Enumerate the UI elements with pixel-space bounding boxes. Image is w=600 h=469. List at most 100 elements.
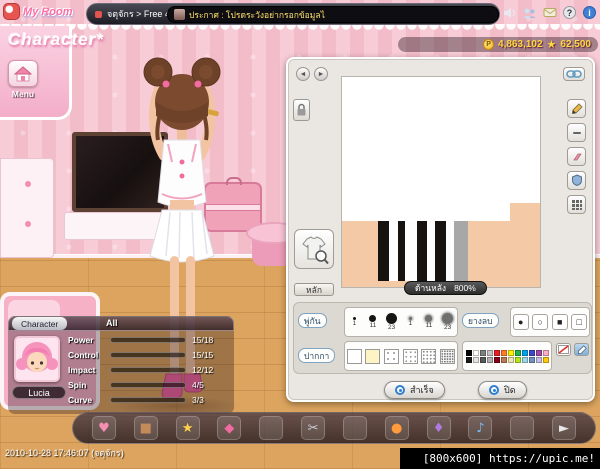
- hotbar-slot-2[interactable]: ■: [133, 416, 158, 440]
- soft-brush-size-1[interactable]: 1: [402, 317, 418, 327]
- hotbar-slot-4[interactable]: ◆: [217, 416, 242, 440]
- palette-color[interactable]: [535, 349, 542, 356]
- brush-label[interactable]: พู่กัน: [298, 313, 327, 328]
- main-tab[interactable]: หลัก: [294, 283, 334, 296]
- shape-panel: ● ○ ■ □: [510, 307, 590, 337]
- hotbar-slot-9[interactable]: ♦: [426, 416, 451, 440]
- help-icon[interactable]: ?: [562, 5, 577, 20]
- hotbar-slot-8[interactable]: ●: [384, 416, 409, 440]
- palette-color[interactable]: [507, 349, 514, 356]
- dot-label: 11: [425, 322, 433, 329]
- palette-color[interactable]: [465, 349, 472, 356]
- palette-color[interactable]: [465, 356, 472, 363]
- pen-label[interactable]: ปากกา: [298, 348, 336, 363]
- outline-square-shape[interactable]: □: [571, 314, 588, 330]
- stat-row-curve: Curve 3/3: [68, 394, 232, 406]
- lock-icon: [297, 103, 306, 116]
- palette-color[interactable]: [528, 356, 535, 363]
- brush-size-1[interactable]: 1: [346, 317, 362, 327]
- link-icon[interactable]: [563, 67, 585, 81]
- palette-color[interactable]: [514, 356, 521, 363]
- palette-color[interactable]: [486, 356, 493, 363]
- garment-preview-button[interactable]: [294, 229, 334, 269]
- dot-label: 23: [388, 324, 396, 331]
- pattern-swatch[interactable]: [402, 348, 418, 364]
- hotbar-slot-1[interactable]: ♥: [91, 416, 116, 440]
- pencil-tool-button[interactable]: [567, 99, 586, 118]
- no-color-button[interactable]: [556, 343, 571, 356]
- palette-color[interactable]: [486, 349, 493, 356]
- character-portrait[interactable]: [14, 336, 60, 382]
- color-picker-button[interactable]: [574, 343, 589, 356]
- item-hotbar: ♥ ■ ★ ◆ ✂ ● ♦ ♪ ►: [72, 412, 596, 444]
- pattern-swatch[interactable]: [440, 348, 456, 364]
- hotbar-slot-12[interactable]: ►: [552, 416, 577, 440]
- menu-label: Menu: [11, 89, 35, 99]
- tab-character[interactable]: Character: [12, 317, 68, 330]
- channel-breadcrumb[interactable]: จตุจักร > Free 4: [107, 7, 170, 21]
- volume-icon[interactable]: [502, 5, 517, 20]
- palette-color[interactable]: [542, 356, 549, 363]
- brush-size-23[interactable]: 23: [384, 313, 400, 331]
- stamp-tool-button[interactable]: [567, 171, 586, 190]
- info-icon[interactable]: i: [582, 5, 597, 20]
- stat-label: Control: [68, 350, 99, 360]
- stats-filter-all[interactable]: All: [106, 318, 118, 328]
- dot: [369, 315, 377, 322]
- prev-button[interactable]: ◄: [296, 67, 310, 81]
- eraser-label[interactable]: ยางลบ: [462, 313, 499, 328]
- soft-brush-size-23[interactable]: 23: [440, 313, 456, 331]
- palette-color[interactable]: [472, 349, 479, 356]
- palette-color[interactable]: [500, 349, 507, 356]
- announcement-bar[interactable]: ประกาศ : โปรดระวังอย่ากรอกข้อมูลไ: [167, 6, 499, 23]
- hotbar-slot-7[interactable]: [342, 416, 367, 440]
- mail-icon[interactable]: [542, 5, 557, 20]
- eraser-tool-button[interactable]: [567, 147, 586, 166]
- palette-color[interactable]: [521, 349, 528, 356]
- grid-tool-button[interactable]: [567, 195, 586, 214]
- filled-square-shape[interactable]: ■: [551, 314, 568, 330]
- palette-color[interactable]: [493, 356, 500, 363]
- color-palette: [462, 341, 552, 371]
- brush-size-11[interactable]: 11: [365, 315, 381, 329]
- palette-color[interactable]: [528, 349, 535, 356]
- palette-color[interactable]: [542, 349, 549, 356]
- stat-rows: Power 15/18 Control 15/15 Impact 12/12 S…: [68, 334, 232, 406]
- palette-color[interactable]: [507, 356, 514, 363]
- pattern-swatch[interactable]: [346, 348, 362, 364]
- palette-color[interactable]: [500, 356, 507, 363]
- hotbar-slot-3[interactable]: ★: [175, 416, 200, 440]
- close-button[interactable]: ปิด: [478, 381, 527, 399]
- pattern-swatch[interactable]: [384, 348, 400, 364]
- announcer-avatar: [174, 9, 185, 20]
- hotbar-slot-6[interactable]: ✂: [301, 416, 326, 440]
- next-button[interactable]: ►: [314, 67, 328, 81]
- design-canvas[interactable]: [341, 76, 541, 288]
- dresser-knob: [25, 181, 31, 187]
- palette-color[interactable]: [472, 356, 479, 363]
- palette-color[interactable]: [535, 356, 542, 363]
- grid-icon: [571, 199, 582, 210]
- view-side-label: ด้านหลัง: [415, 283, 447, 293]
- palette-color[interactable]: [521, 356, 528, 363]
- filled-circle-shape[interactable]: ●: [512, 314, 529, 330]
- outline-circle-shape[interactable]: ○: [532, 314, 549, 330]
- lock-button[interactable]: [293, 99, 310, 121]
- palette-color[interactable]: [493, 349, 500, 356]
- hotbar-slot-10[interactable]: ♪: [468, 416, 493, 440]
- hotbar-slot-11[interactable]: [510, 416, 535, 440]
- hotbar-slot-5[interactable]: [259, 416, 284, 440]
- channel-icon: [95, 10, 102, 18]
- watermark: [800x600] https://upic.me!: [400, 448, 600, 469]
- system-icons: ? i: [502, 5, 597, 20]
- done-button[interactable]: สำเร็จ: [384, 381, 445, 399]
- pattern-swatch[interactable]: [365, 348, 381, 364]
- pattern-swatch[interactable]: [421, 348, 437, 364]
- menu-button[interactable]: Menu: [5, 60, 41, 104]
- palette-color[interactable]: [479, 356, 486, 363]
- palette-color[interactable]: [479, 349, 486, 356]
- palette-color[interactable]: [514, 349, 521, 356]
- community-icon[interactable]: [522, 5, 537, 20]
- soft-brush-size-11[interactable]: 11: [421, 315, 437, 329]
- minus-tool-button[interactable]: [567, 123, 586, 142]
